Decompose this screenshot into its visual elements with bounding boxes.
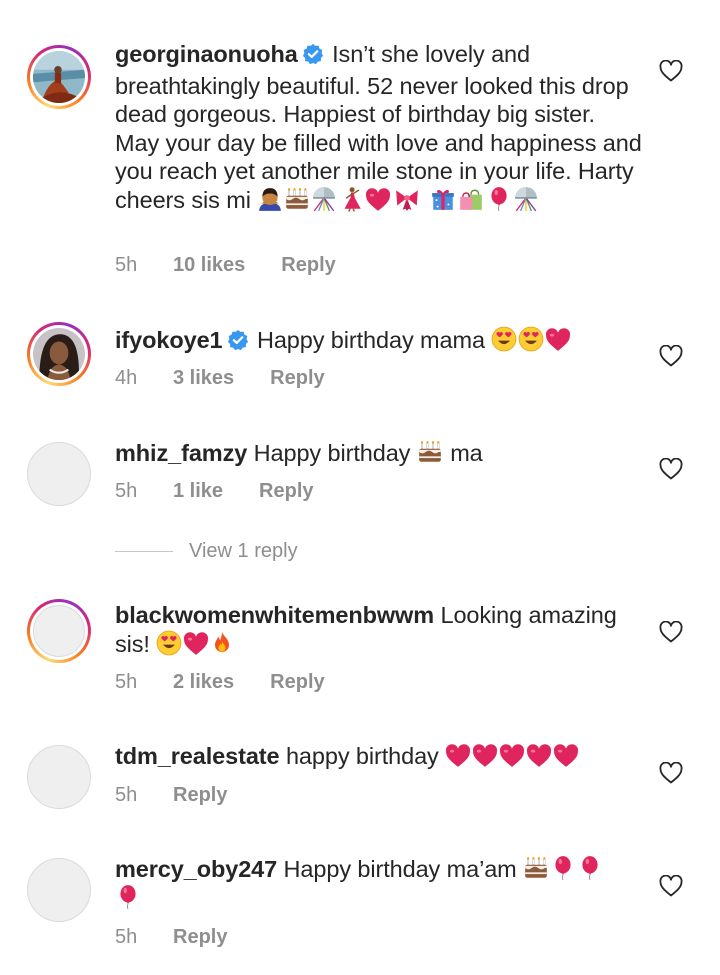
red-balloon-emoji-icon <box>115 884 141 910</box>
red-heart-emoji-icon <box>445 744 471 768</box>
comment-meta: 5h 10 likes Reply <box>115 254 336 277</box>
comment-meta: 4h 3 likes Reply <box>115 367 325 390</box>
red-heart-emoji-icon <box>472 744 498 768</box>
birthday-cake-emoji-icon <box>284 186 310 212</box>
red-balloon-emoji-icon <box>550 855 576 881</box>
red-balloon-emoji-icon <box>486 186 512 212</box>
comment-body: mhiz_famzy Happy birthday ma <box>115 439 645 468</box>
comment-text: Happy birthday <box>253 440 411 466</box>
username[interactable]: georginaonuoha <box>115 41 298 67</box>
red-heart-emoji-icon <box>526 744 552 768</box>
like-heart-icon[interactable] <box>659 621 683 643</box>
timestamp: 5h <box>115 254 138 276</box>
comment-body: blackwomenwhitemenbwwm Looking amazing s… <box>115 601 645 658</box>
reply-button[interactable]: Reply <box>173 926 227 949</box>
timestamp: 5h <box>115 926 138 948</box>
avatar-photo <box>33 328 85 380</box>
person-bowing-emoji-icon <box>257 186 283 212</box>
like-heart-icon[interactable] <box>659 875 683 897</box>
red-heart-emoji-icon <box>365 188 391 212</box>
dancing-woman-emoji-icon <box>338 186 364 212</box>
reply-button[interactable]: Reply <box>281 254 335 277</box>
verified-badge-icon <box>227 329 249 358</box>
confetti-ball-emoji-icon <box>513 186 539 212</box>
avatar-photo <box>33 51 85 103</box>
reply-button[interactable]: Reply <box>270 367 324 390</box>
like-heart-icon[interactable] <box>659 458 683 480</box>
username[interactable]: tdm_realestate <box>115 743 280 769</box>
ribbon-emoji-icon <box>392 186 422 212</box>
avatar[interactable] <box>27 322 91 386</box>
comment-body: tdm_realestate happy birthday <box>115 742 645 771</box>
view-replies-button[interactable]: View 1 reply <box>115 540 298 563</box>
reply-button[interactable]: Reply <box>259 480 313 503</box>
timestamp: 4h <box>115 367 138 389</box>
comment-body: mercy_oby247 Happy birthday ma’am <box>115 855 620 912</box>
emoji-group <box>445 743 580 769</box>
username[interactable]: mhiz_famzy <box>115 440 247 466</box>
likes-count[interactable]: 3 likes <box>173 367 234 390</box>
shopping-bags-emoji-icon <box>457 186 485 212</box>
username[interactable]: blackwomenwhitemenbwwm <box>115 602 434 628</box>
username[interactable]: mercy_oby247 <box>115 856 277 882</box>
comment-text: Happy birthday mama <box>256 327 485 353</box>
timestamp: 5h <box>115 480 138 502</box>
like-heart-icon[interactable] <box>659 345 683 367</box>
reply-button[interactable]: Reply <box>270 671 324 694</box>
avatar[interactable] <box>27 45 91 109</box>
red-heart-emoji-icon <box>183 632 209 656</box>
avatar-photo <box>33 605 85 657</box>
divider <box>115 551 173 552</box>
birthday-cake-emoji-icon <box>523 855 549 881</box>
avatar[interactable] <box>27 599 91 663</box>
view-replies-label: View 1 reply <box>189 540 298 562</box>
comment-body: ifyokoye1 Happy birthday mama <box>115 326 635 358</box>
likes-count[interactable]: 1 like <box>173 480 223 503</box>
avatar[interactable] <box>27 745 91 809</box>
red-heart-emoji-icon <box>553 744 579 768</box>
comment-body: georginaonuoha Isn’t she lovely and brea… <box>115 40 645 214</box>
comment-meta: 5h Reply <box>115 784 227 807</box>
heart-eyes-face-emoji-icon <box>156 630 182 656</box>
avatar[interactable] <box>27 442 91 506</box>
comment-text: Happy birthday ma’am <box>283 856 517 882</box>
comment-meta: 5h 1 like Reply <box>115 480 314 503</box>
red-heart-emoji-icon <box>499 744 525 768</box>
heart-eyes-face-emoji-icon <box>491 326 517 352</box>
confetti-ball-emoji-icon <box>311 186 337 212</box>
username[interactable]: ifyokoye1 <box>115 327 223 353</box>
like-heart-icon[interactable] <box>659 762 683 784</box>
comment-text: happy birthday <box>285 743 439 769</box>
likes-count[interactable]: 2 likes <box>173 671 234 694</box>
emoji-group <box>156 631 235 657</box>
heart-eyes-face-emoji-icon <box>518 326 544 352</box>
emoji-group <box>257 187 539 213</box>
birthday-cake-emoji-icon <box>417 439 443 465</box>
like-heart-icon[interactable] <box>659 60 683 82</box>
emoji-group <box>491 327 572 353</box>
fire-emoji-icon <box>210 630 234 656</box>
comment-text-suffix: ma <box>450 440 483 466</box>
timestamp: 5h <box>115 784 138 806</box>
red-balloon-emoji-icon <box>577 855 603 881</box>
comment-meta: 5h 2 likes Reply <box>115 671 325 694</box>
reply-button[interactable]: Reply <box>173 784 227 807</box>
wrapped-gift-emoji-icon <box>430 186 456 212</box>
red-heart-emoji-icon <box>545 328 571 352</box>
likes-count[interactable]: 10 likes <box>173 254 245 277</box>
avatar[interactable] <box>27 858 91 922</box>
timestamp: 5h <box>115 671 138 693</box>
comment-meta: 5h Reply <box>115 926 227 949</box>
verified-badge-icon <box>302 43 324 72</box>
